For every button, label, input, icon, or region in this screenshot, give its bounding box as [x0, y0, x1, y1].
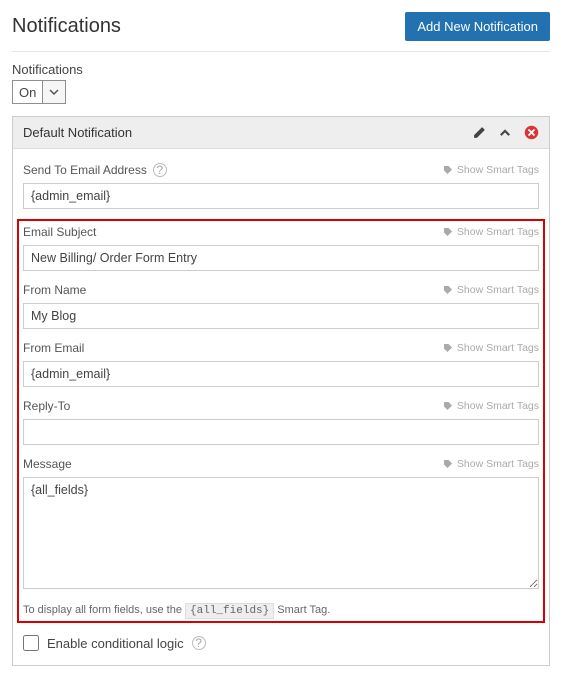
smart-tags-link[interactable]: Show Smart Tags	[443, 342, 539, 354]
send-to-label: Send To Email Address	[23, 163, 147, 177]
all-fields-hint: To display all form fields, use the {all…	[23, 604, 539, 617]
from-email-label: From Email	[23, 341, 84, 355]
page-title: Notifications	[12, 15, 121, 38]
conditional-logic-label: Enable conditional logic	[47, 636, 184, 651]
panel-title: Default Notification	[23, 125, 472, 140]
code-tag: {all_fields}	[185, 603, 274, 619]
smart-tags-link[interactable]: Show Smart Tags	[443, 458, 539, 470]
reply-to-input[interactable]	[23, 419, 539, 445]
highlight-box: Email Subject Show Smart Tags From Name	[17, 219, 545, 623]
smart-tags-link[interactable]: Show Smart Tags	[443, 226, 539, 238]
subject-field: Email Subject Show Smart Tags	[23, 223, 539, 271]
from-name-field: From Name Show Smart Tags	[23, 281, 539, 329]
page-header: Notifications Add New Notification	[12, 8, 550, 52]
notifications-toggle-select[interactable]: On	[12, 80, 550, 104]
reply-to-field: Reply-To Show Smart Tags	[23, 397, 539, 445]
reply-to-label: Reply-To	[23, 399, 70, 413]
send-to-input[interactable]	[23, 183, 539, 209]
message-label: Message	[23, 457, 72, 471]
notifications-toggle-label: Notifications	[12, 62, 550, 77]
from-name-label: From Name	[23, 283, 86, 297]
message-field: Message Show Smart Tags	[23, 455, 539, 594]
send-to-field: Send To Email Address ? Show Smart Tags	[23, 161, 539, 209]
from-email-input[interactable]	[23, 361, 539, 387]
conditional-logic-checkbox[interactable]	[23, 635, 39, 651]
from-name-input[interactable]	[23, 303, 539, 329]
panel-header: Default Notification	[13, 117, 549, 149]
chevron-down-icon[interactable]	[42, 80, 66, 104]
smart-tags-link[interactable]: Show Smart Tags	[443, 164, 539, 176]
help-icon[interactable]: ?	[192, 636, 206, 650]
edit-icon[interactable]	[472, 126, 486, 140]
subject-input[interactable]	[23, 245, 539, 271]
from-email-field: From Email Show Smart Tags	[23, 339, 539, 387]
message-textarea[interactable]	[23, 477, 539, 589]
add-notification-button[interactable]: Add New Notification	[405, 12, 550, 41]
notification-panel: Default Notification Send To Email Addre…	[12, 116, 550, 666]
smart-tags-link[interactable]: Show Smart Tags	[443, 284, 539, 296]
help-icon[interactable]: ?	[153, 163, 167, 177]
smart-tags-link[interactable]: Show Smart Tags	[443, 400, 539, 412]
subject-label: Email Subject	[23, 225, 96, 239]
delete-icon[interactable]	[524, 125, 539, 140]
chevron-up-icon[interactable]	[498, 126, 512, 140]
notifications-toggle-value: On	[12, 80, 42, 104]
notifications-toggle-row: Notifications On	[12, 62, 550, 104]
conditional-logic-row: Enable conditional logic ?	[23, 631, 539, 653]
